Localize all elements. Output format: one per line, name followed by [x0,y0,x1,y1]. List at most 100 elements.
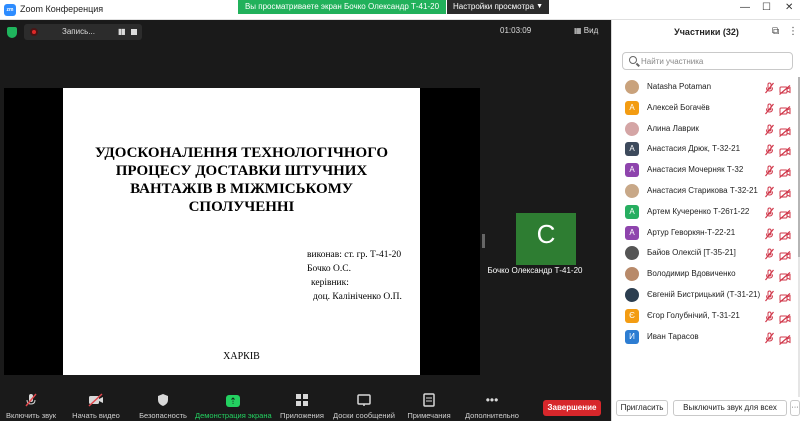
avatar-initial: А [625,142,639,157]
participant-row[interactable]: А Артур Геворкян-Т-22-21 [612,223,800,244]
participant-row[interactable]: И Иван Тарасов [612,327,800,348]
participant-row[interactable]: А Анастасия Мочерняк Т-32 [612,160,800,181]
close-button[interactable]: ✕ [785,2,793,13]
whiteboard-button[interactable]: Доски сообщений [331,390,397,421]
participant-row[interactable]: А Артем Кучеренко Т-26т1-22 [612,202,800,223]
mic-muted-icon [765,206,774,219]
mic-muted-icon [765,185,774,198]
maximize-button[interactable]: ☐ [762,2,771,13]
avatar-photo [625,121,639,136]
chevron-down-icon: ▼ [536,3,543,10]
participant-video-tile[interactable]: С [516,213,576,265]
participant-name: Артем Кучеренко Т-26т1-22 [647,206,750,216]
resize-handle[interactable] [482,234,485,248]
participants-panel: Участники (32) ⧉ ⋮ Natasha PotamanААлекс… [611,20,800,421]
avatar-initial: А [625,204,639,219]
share-screen-button[interactable]: ⇡ Демонстрация экрана [195,390,272,421]
notes-button[interactable]: Примечания [403,390,455,421]
slide-supervisor-name: доц. Калініченко О.П. [313,292,402,302]
encryption-shield-icon[interactable] [7,27,17,38]
meeting-timer: 01:03:09 [500,26,532,35]
camera-off-icon [779,165,791,179]
unmute-button[interactable]: Включить звук [2,390,60,421]
participant-row[interactable]: А Алексей Богачёв [612,98,800,119]
slide-city: ХАРКІВ [223,351,260,362]
share-banner: Вы просматриваете экран Бочко Олександр … [238,0,446,14]
invite-button[interactable]: Пригласить [616,400,668,416]
whiteboard-label: Доски сообщений [333,411,395,420]
more-button[interactable]: ••• Дополнительно [461,390,523,421]
share-screen-label: Демонстрация экрана [195,411,272,420]
avatar-initial: И [625,329,639,344]
notes-label: Примечания [407,411,451,420]
participant-name: Иван Тарасов [647,331,699,341]
camera-off-icon [779,228,791,241]
recording-indicator: Запись... ▮▮ [24,24,142,40]
view-options-button[interactable]: Настройки просмотра ▼ [447,0,549,14]
stop-recording-button[interactable] [131,29,137,35]
meeting-toolbar: Включить звук Начать видео Безопасность … [0,390,611,421]
presentation-slide: УДОСКОНАЛЕННЯ ТЕХНОЛОГІЧНОГО ПРОЦЕСУ ДОС… [63,88,420,375]
more-icon: ••• [485,393,499,407]
participant-row[interactable]: Є Єгор Голубнічий, Т-31-21 [612,306,800,327]
camera-off-icon [779,311,791,324]
start-video-button[interactable]: Начать видео [68,390,124,421]
apps-icon [277,393,327,407]
mic-muted-icon [765,81,774,94]
minimize-button[interactable]: — [740,2,750,13]
participant-row[interactable]: Євгеній Бистрицький (Т-31-21) [612,285,800,306]
participant-row[interactable]: Анастасия Старикова Т-32-21 [612,181,800,202]
video-avatar-initial: С [536,219,556,249]
participant-row[interactable]: Natasha Potaman [612,77,800,98]
view-options-label: Настройки просмотра [453,2,535,11]
more-label: Дополнительно [465,411,519,420]
title-bar: zm Zoom Конференция Вы просматриваете эк… [0,0,800,20]
mic-muted-icon [765,268,774,281]
participant-row[interactable]: А Анастасия Дрюк, Т-32-21 [612,139,800,160]
search-input[interactable] [641,54,789,68]
view-label: Вид [583,26,599,35]
avatar-photo [625,246,639,261]
camera-off-icon [779,332,791,345]
slide-supervisor-role: керівник: [311,278,349,288]
more-options-icon[interactable]: ⋮ [788,26,798,37]
camera-off-icon [779,269,791,283]
participant-name: Володимир Вдовиченко [647,269,736,279]
participant-row[interactable]: Алина Лаврик [612,119,800,140]
participant-name: Анастасия Дрюк, Т-32-21 [647,144,741,154]
panel-more-button[interactable]: ··· [790,400,800,416]
pause-recording-button[interactable]: ▮▮ [118,27,126,36]
participant-row[interactable]: Володимир Вдовиченко [612,264,800,285]
camera-off-icon [779,144,791,158]
slide-author-role: виконав: ст. гр. Т-41-20 [307,250,402,260]
unmute-label: Включить звук [5,411,57,420]
mic-muted-icon [765,227,774,239]
security-button[interactable]: Безопасность [136,390,190,421]
avatar-photo [625,80,639,94]
popout-icon[interactable]: ⧉ [772,26,779,37]
camera-off-icon [68,393,124,407]
participant-search[interactable] [622,52,793,70]
participant-name: Алина Лаврик [647,123,699,133]
camera-off-icon [779,290,791,303]
apps-button[interactable]: Приложения [277,390,327,421]
video-tile-name: Бочко Олександр Т-41-20 [487,266,583,275]
mic-muted-icon [765,310,774,323]
slide-author-block: виконав: ст. гр. Т-41-20 Бочко О.С. кері… [307,248,402,304]
mute-all-button[interactable]: Выключить звук для всех [673,400,787,416]
record-dot-icon [30,28,38,36]
end-meeting-button[interactable]: Завершение [543,400,601,416]
mic-muted-icon [765,123,774,135]
slide-title: УДОСКОНАЛЕННЯ ТЕХНОЛОГІЧНОГО ПРОЦЕСУ ДОС… [94,145,389,215]
shield-icon [136,393,190,407]
mic-muted-icon [765,247,774,260]
security-label: Безопасность [139,411,187,420]
participant-name: Анастасия Старикова Т-32-21 [647,185,758,195]
meeting-info-bar: Запись... ▮▮ 01:03:09 ▦ Вид [0,20,611,44]
participant-row[interactable]: Байов Олексій [Т-35-21] [612,243,800,264]
camera-off-icon [779,82,791,95]
participant-name: Євгеній Бистрицький (Т-31-21) [647,289,761,299]
camera-off-icon [779,248,791,262]
avatar-photo [625,267,639,282]
view-button[interactable]: ▦ Вид [574,26,598,35]
